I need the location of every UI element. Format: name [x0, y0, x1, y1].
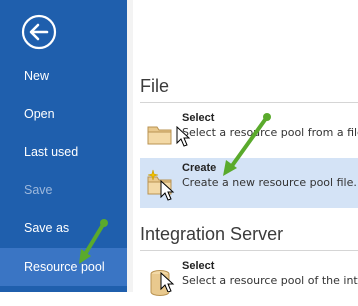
file-create-item[interactable]: Create Create a new resource pool file.	[140, 158, 358, 208]
section-divider	[140, 102, 358, 103]
folder-icon	[147, 126, 172, 145]
panel-edge	[127, 0, 133, 292]
backstage-sidebar: New Open Last used Save Save as Resource…	[0, 0, 127, 292]
new-folder-icon	[147, 169, 172, 195]
item-title: Select	[182, 112, 215, 124]
item-title: Create	[182, 162, 217, 174]
nav-resource-pool[interactable]: Resource pool	[0, 248, 127, 286]
item-title: Select	[182, 260, 215, 272]
nav-new[interactable]: New	[0, 58, 127, 94]
item-description: Select a resource pool of the integ	[182, 274, 358, 287]
back-button[interactable]	[21, 14, 57, 50]
nav-save[interactable]: Save	[0, 172, 127, 208]
back-arrow-icon	[21, 14, 57, 50]
item-description: Select a resource pool from a file.	[182, 126, 358, 139]
file-select-item[interactable]: Select Select a resource pool from a fil…	[140, 108, 358, 158]
nav-open[interactable]: Open	[0, 96, 127, 132]
section-title-file: File	[140, 76, 170, 96]
nav-save-as[interactable]: Save as	[0, 210, 127, 246]
section-title-integration-server: Integration Server	[140, 224, 284, 244]
section-divider	[140, 250, 358, 251]
item-description: Create a new resource pool file.	[182, 176, 357, 189]
nav-last-used[interactable]: Last used	[0, 134, 127, 170]
integration-select-item[interactable]: Select Select a resource pool of the int…	[140, 256, 358, 306]
